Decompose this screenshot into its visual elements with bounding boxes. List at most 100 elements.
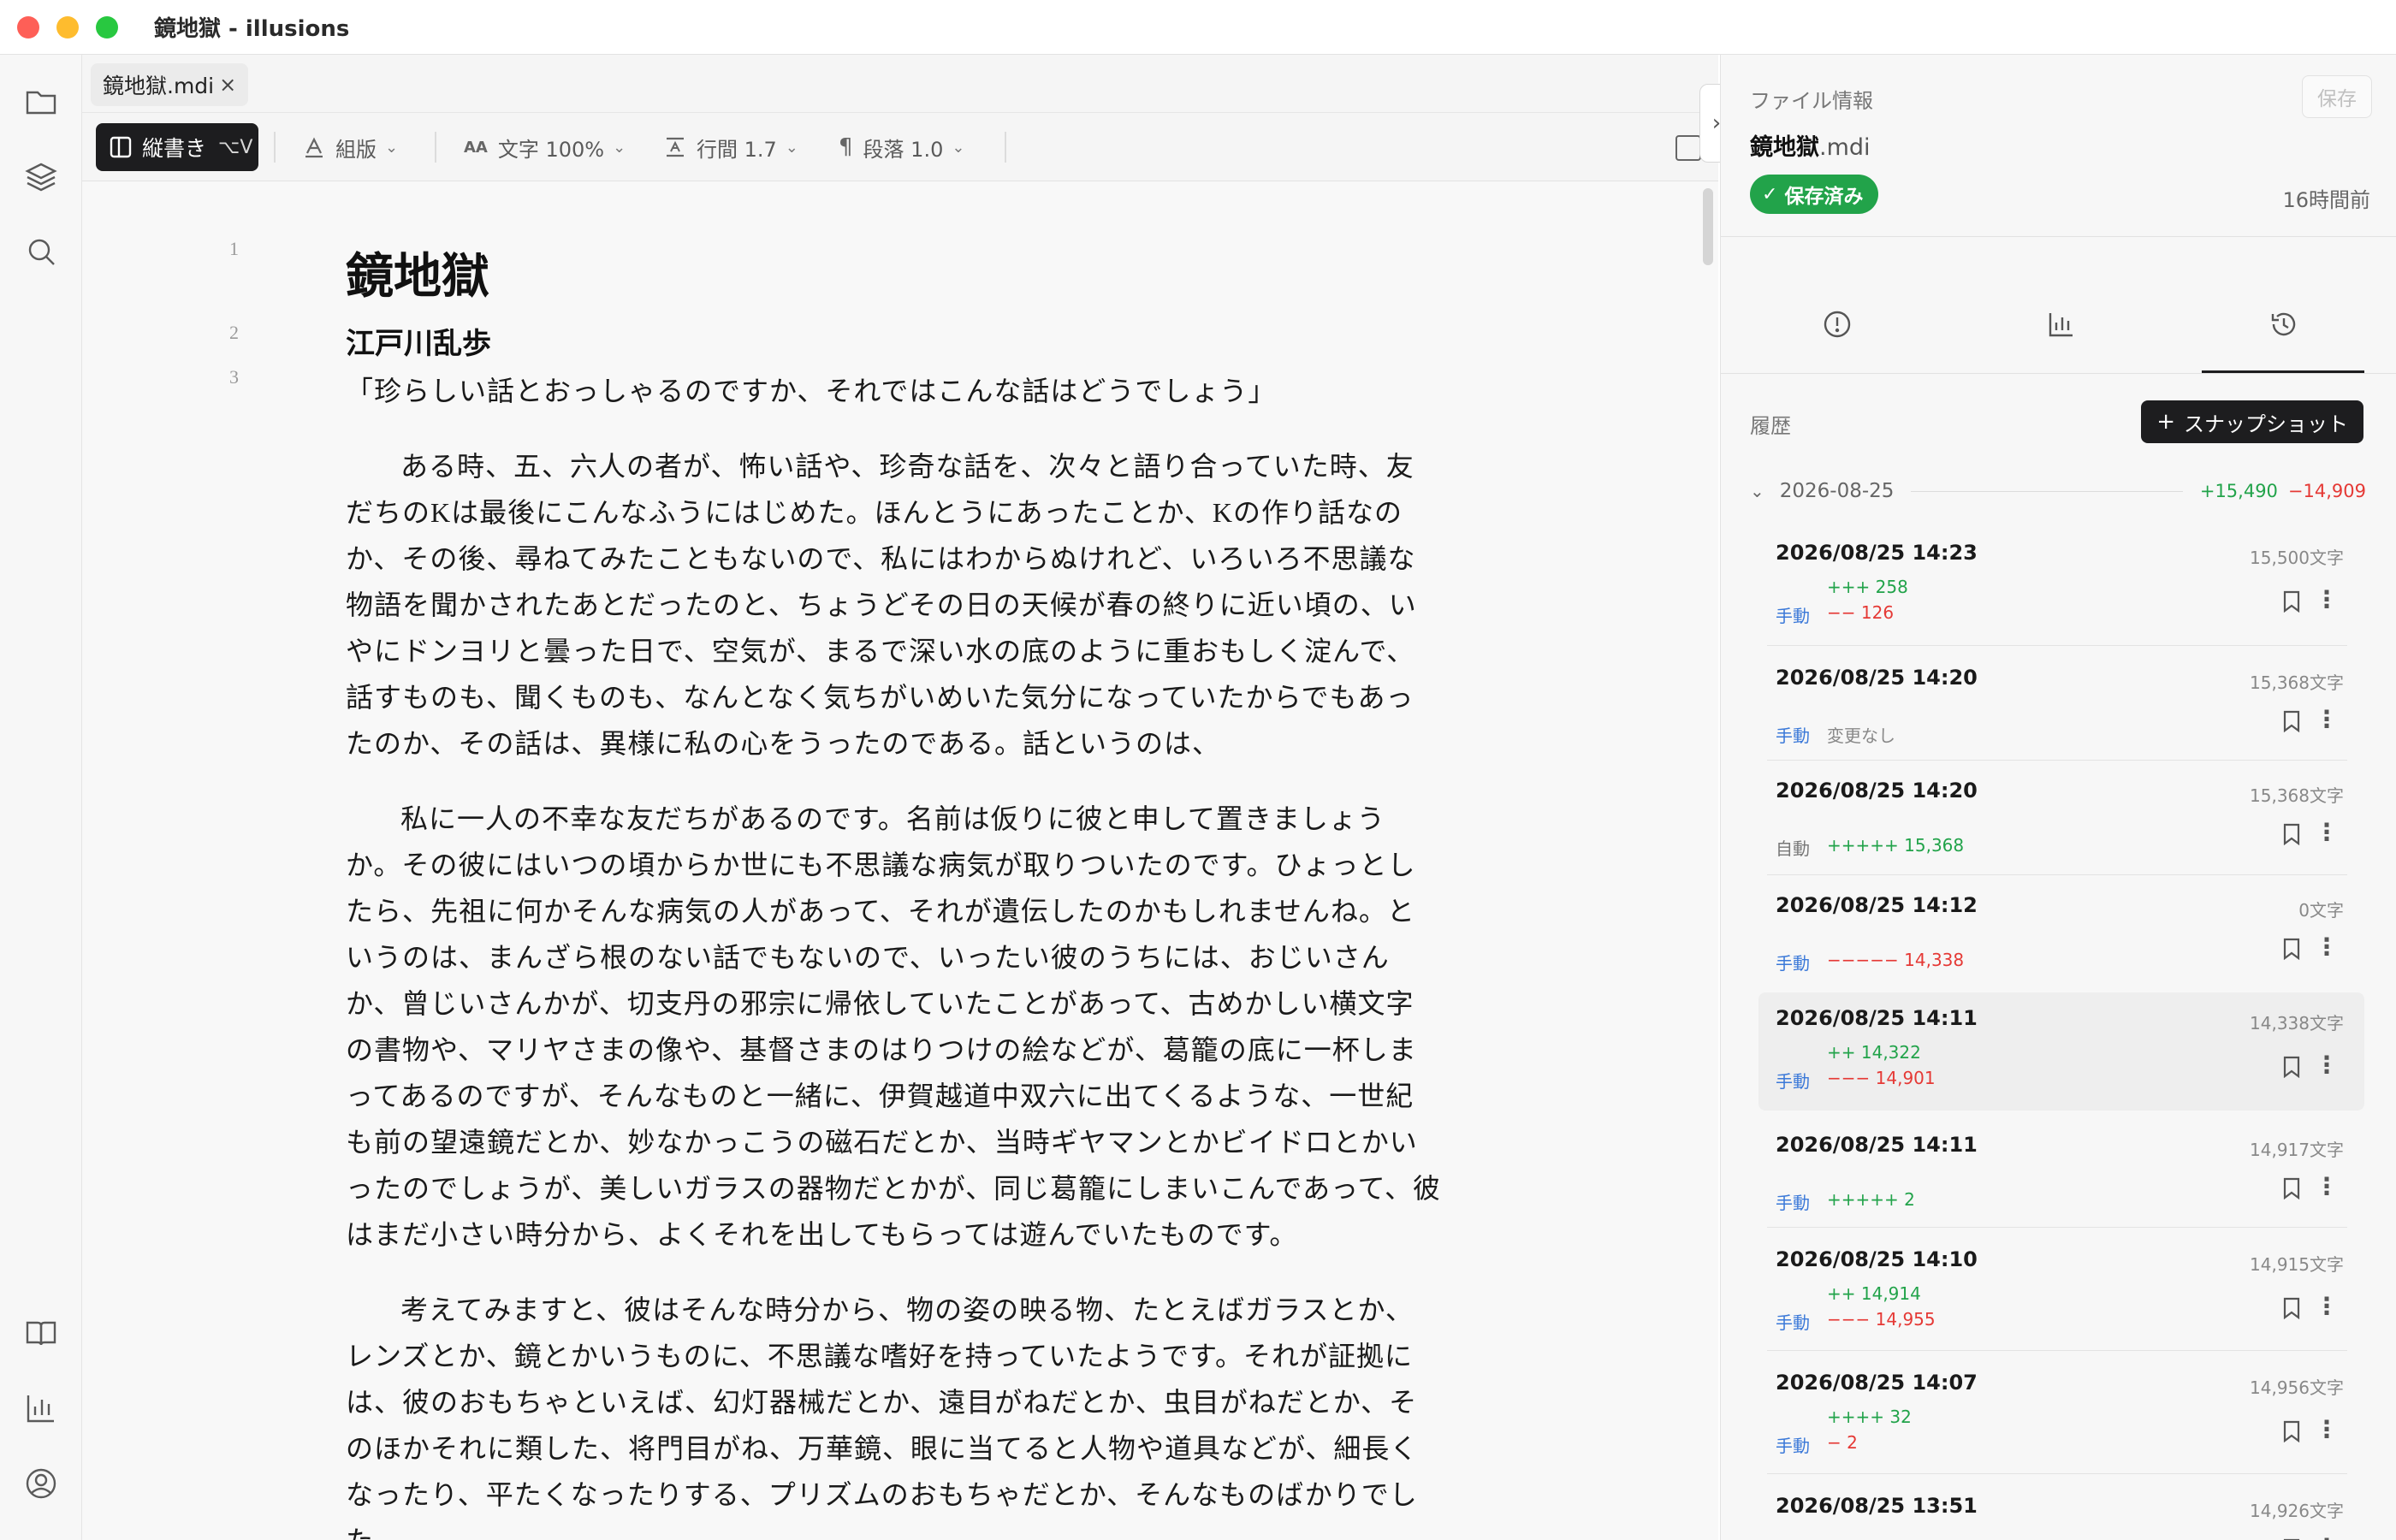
bookmark-icon[interactable] — [2282, 1297, 2301, 1320]
close-window-button[interactable] — [17, 15, 39, 38]
snapshot-button[interactable]: + スナップショット — [2141, 400, 2363, 443]
folder-icon[interactable] — [24, 84, 58, 118]
history-icon[interactable] — [2268, 309, 2303, 343]
line-number: 1 — [229, 238, 239, 259]
bookmark-icon[interactable] — [2282, 1056, 2301, 1079]
saved-status-badge: ✓ 保存済み — [1750, 175, 1879, 214]
book-icon[interactable] — [24, 1316, 58, 1350]
history-entry-type: 手動 — [1776, 953, 1810, 974]
bookmark-icon[interactable] — [2282, 1177, 2301, 1200]
check-icon: ✓ — [1762, 183, 1778, 205]
vertical-writing-label: 縦書き — [142, 136, 207, 161]
history-entry-type: 手動 — [1776, 1312, 1810, 1333]
panel-divider — [1721, 373, 2396, 374]
file-tab[interactable]: 鏡地獄.mdi × — [91, 63, 249, 106]
file-info-panel: ファイル情報 保存 鏡地獄.mdi ✓ 保存済み 16時間前 履歴 + スナップ… — [1720, 55, 2396, 1540]
history-entry-time: 2026/08/25 14:12 — [1776, 893, 1978, 917]
history-entry-added: +++++ 15,368 — [1827, 835, 1965, 856]
history-entry[interactable]: 2026/08/25 14:12 0文字 手動 −−−−− 14,338 ⋮ — [1758, 880, 2364, 989]
account-icon[interactable] — [24, 1466, 58, 1501]
window-title: 鏡地獄 - illusions — [154, 16, 350, 42]
more-options-icon[interactable]: ⋮ — [2315, 1415, 2339, 1443]
history-entry-time: 2026/08/25 14:20 — [1776, 666, 1978, 690]
chevron-down-icon: ⌄ — [385, 138, 399, 157]
history-entry-char-count: 0文字 — [2298, 900, 2344, 921]
bookmark-icon[interactable] — [2282, 590, 2301, 613]
chart-icon[interactable] — [24, 1391, 58, 1425]
line-number: 2 — [229, 322, 239, 343]
more-options-icon[interactable]: ⋮ — [2315, 1292, 2339, 1320]
file-extension: .mdi — [1819, 134, 1871, 161]
editor-tab-bar: 鏡地獄.mdi × — [82, 55, 1718, 113]
chevron-down-icon: ⌄ — [1750, 481, 1764, 501]
typeset-dropdown[interactable]: 組版 ⌄ — [303, 123, 398, 171]
history-entry-removed: −−− 14,955 — [1827, 1309, 1936, 1330]
history-entry-time: 2026/08/25 14:10 — [1776, 1247, 1978, 1271]
line-height-dropdown[interactable]: 行間 1.7 ⌄ — [664, 123, 798, 171]
history-entry[interactable]: 2026/08/25 13:5114,926文字自動+++++ 7⋮ — [1758, 1480, 2364, 1540]
document-paragraph: ある時、五、六人の者が、怖い話や、珍奇な話を、次々と語り合っていた時、友だちのK… — [346, 451, 1417, 759]
history-entry[interactable]: 2026/08/25 14:20 15,368文字 手動 変更なし ⋮ — [1758, 652, 2364, 761]
history-removed-total: −14,909 — [2287, 481, 2366, 501]
history-entry-type: 手動 — [1776, 1193, 1810, 1213]
history-entry[interactable]: 2026/08/25 14:23 15,500文字 手動 +++ 258 −− 126 ⋮ — [1758, 527, 2364, 647]
more-options-icon[interactable]: ⋮ — [2315, 933, 2339, 961]
title-bar: 鏡地獄 - illusions — [0, 0, 2396, 55]
line-number: 3 — [229, 366, 239, 388]
bookmark-icon[interactable] — [2282, 823, 2301, 846]
zoom-window-button[interactable] — [96, 15, 118, 38]
history-entry[interactable]: 2026/08/25 14:11 14,338文字 手動 ++ 14,322 −−− 1… — [1758, 992, 2364, 1111]
reading-mode-icon[interactable] — [1675, 135, 1701, 161]
history-entry[interactable]: 2026/08/25 14:20 15,368文字 自動 +++++ 15,368 ⋮ — [1758, 765, 2364, 876]
history-entry-time: 2026/08/25 13:51 — [1776, 1494, 1978, 1518]
vertical-writing-button[interactable]: 縦書き ⌥V — [96, 123, 258, 171]
history-entry-added: +++ 258 — [1827, 577, 1908, 597]
file-tab-label: 鏡地獄.mdi — [103, 74, 215, 98]
alert-icon[interactable] — [1822, 309, 1856, 343]
history-entry-char-count: 15,368文字 — [2250, 785, 2344, 806]
line-height-label: 行間 1.7 — [697, 137, 777, 162]
snapshot-label: スナップショット — [2184, 412, 2348, 436]
more-options-icon[interactable]: ⋮ — [2315, 818, 2339, 846]
document-paragraph: 考えてみますと、彼はそんな時分から、物の姿の映る物、たとえばガラスとか、レンズと… — [346, 1294, 1419, 1540]
more-options-icon[interactable]: ⋮ — [2315, 1533, 2339, 1540]
history-entry[interactable]: 2026/08/25 14:07 14,956文字 手動 ++++ 32 − 2 ⋮ — [1758, 1357, 2364, 1475]
search-icon[interactable] — [24, 234, 58, 269]
more-options-icon[interactable]: ⋮ — [2315, 1051, 2339, 1079]
font-size-dropdown[interactable]: AA 文字 100% ⌄ — [464, 123, 626, 171]
toolbar-divider — [274, 132, 276, 163]
bookmark-icon[interactable] — [2282, 710, 2301, 733]
history-entry-char-count: 14,956文字 — [2250, 1377, 2344, 1398]
bookmark-icon[interactable] — [2282, 1420, 2301, 1443]
bookmark-icon[interactable] — [2282, 938, 2301, 961]
entry-divider — [1767, 1473, 2347, 1474]
window-controls — [17, 15, 118, 38]
editor-scrollbar[interactable] — [1703, 188, 1713, 265]
document-quote: 「珍らしい話とおっしゃるのですか、それではこんな話はどうでしょう」 — [346, 376, 1277, 406]
history-entry-added: ++ 14,322 — [1827, 1042, 1921, 1063]
chevron-down-icon: ⌄ — [613, 138, 626, 157]
history-entry-time: 2026/08/25 14:11 — [1776, 1133, 1978, 1157]
entry-divider — [1767, 645, 2347, 646]
tab-close-icon[interactable]: × — [219, 73, 236, 97]
minimize-window-button[interactable] — [56, 15, 79, 38]
history-entry-removed: − 2 — [1827, 1432, 1858, 1453]
save-button[interactable]: 保存 — [2302, 75, 2372, 118]
history-date-group[interactable]: ⌄ 2026-08-25 +15,490 −14,909 — [1750, 474, 2366, 508]
more-options-icon[interactable]: ⋮ — [2315, 705, 2339, 733]
toolbar-divider — [1005, 132, 1006, 163]
vertical-writing-shortcut: ⌥V — [218, 136, 253, 158]
more-options-icon[interactable]: ⋮ — [2315, 1172, 2339, 1200]
document-author: 江戸川乱歩 — [346, 329, 491, 360]
history-entry[interactable]: 2026/08/25 14:10 14,915文字 手動 ++ 14,914 −−− 1… — [1758, 1234, 2364, 1352]
panel-tabs — [1721, 237, 2396, 374]
file-name: 鏡地獄.mdi — [1750, 128, 1871, 162]
layers-icon[interactable] — [24, 159, 58, 193]
paragraph-spacing-dropdown[interactable]: ¶ 段落 1.0 ⌄ — [839, 123, 964, 171]
more-options-icon[interactable]: ⋮ — [2315, 585, 2339, 613]
history-entry[interactable]: 2026/08/25 14:11 14,917文字 手動 +++++ 2 ⋮ — [1758, 1119, 2364, 1229]
history-entry-char-count: 15,368文字 — [2250, 672, 2344, 693]
history-label: 履歴 — [1750, 414, 1791, 438]
history-entry-char-count: 14,926文字 — [2250, 1501, 2344, 1521]
stats-icon[interactable] — [2046, 309, 2080, 343]
